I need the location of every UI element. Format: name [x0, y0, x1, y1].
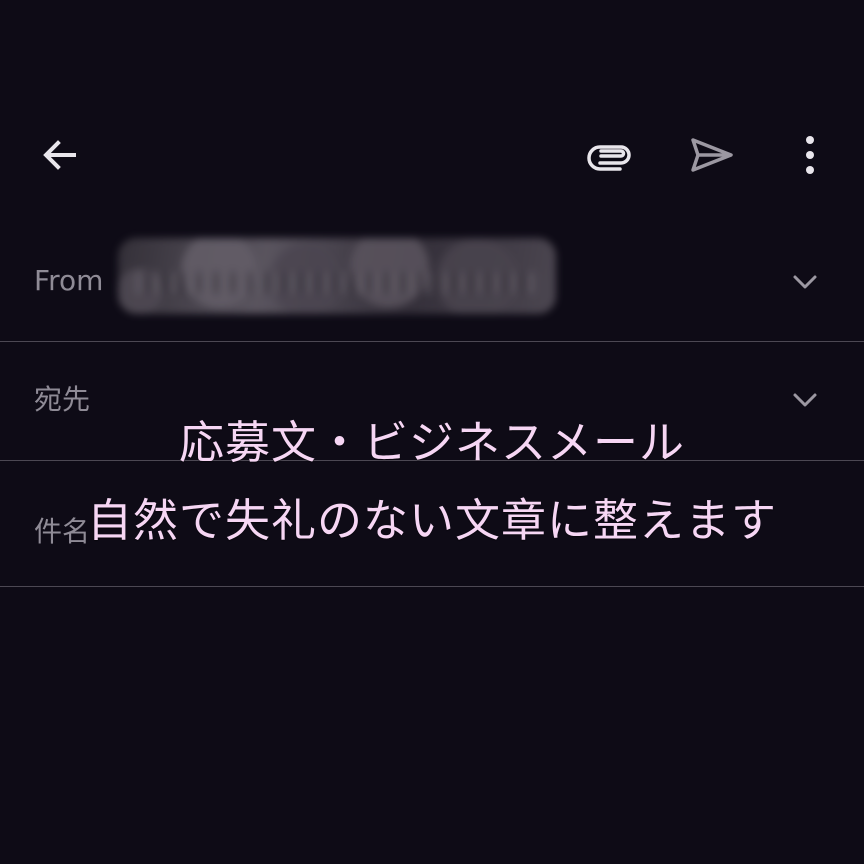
- paperclip-icon: [587, 145, 631, 171]
- chevron-down-icon: [793, 393, 817, 407]
- overlay-caption-line-2: 自然で失礼のない文章に整えます: [86, 494, 777, 547]
- back-button[interactable]: [28, 125, 92, 185]
- more-options-button[interactable]: [780, 125, 840, 185]
- arrow-left-icon: [43, 140, 76, 170]
- send-icon: [691, 138, 733, 172]
- overlay-caption-line-1: 応募文・ビジネスメール: [178, 416, 685, 469]
- obscured-sender-address: [118, 238, 556, 314]
- chevron-down-icon: [793, 275, 817, 289]
- from-label: From: [34, 264, 104, 297]
- subject-divider: [0, 586, 864, 587]
- attach-button[interactable]: [578, 125, 642, 185]
- more-vertical-icon: [806, 136, 814, 174]
- from-dropdown-button[interactable]: [785, 262, 825, 302]
- from-field-row[interactable]: From: [0, 222, 864, 341]
- to-label: 宛先: [34, 383, 91, 416]
- email-compose-screen: From 宛先 件名 応募文・ビジネスメール 自然で失礼のない文章に整えます: [0, 0, 864, 864]
- send-button[interactable]: [680, 125, 744, 185]
